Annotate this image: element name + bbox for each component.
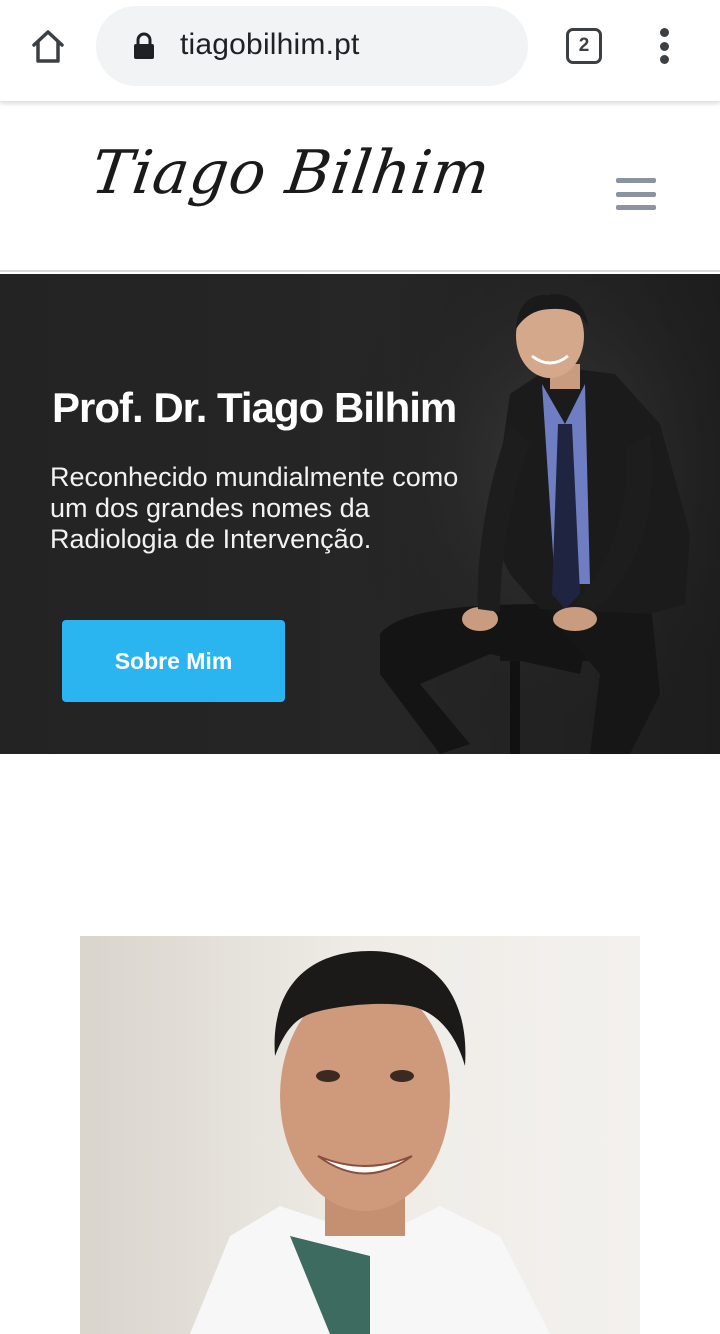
hero-subtitle: Reconhecido mundialmente como um dos gra…: [50, 462, 459, 554]
tab-count: 2: [578, 35, 590, 56]
hero-title: Prof. Dr. Tiago Bilhim: [52, 384, 457, 431]
doctor-portrait-photo: [80, 936, 640, 1334]
hamburger-icon[interactable]: [616, 178, 656, 210]
site-header: Tiago Bilhim: [0, 102, 720, 272]
address-bar[interactable]: tiagobilhim.pt: [96, 6, 528, 86]
sobre-mim-button[interactable]: Sobre Mim: [62, 620, 285, 702]
more-vert-icon[interactable]: [648, 26, 680, 66]
tab-switcher-button[interactable]: 2: [566, 28, 602, 64]
home-button[interactable]: [20, 22, 76, 72]
lock-icon: [134, 32, 154, 59]
home-icon: [32, 30, 64, 63]
site-logo[interactable]: Tiago Bilhim: [87, 138, 495, 208]
portrait-image: [80, 936, 640, 1334]
url-text: tiagobilhim.pt: [180, 28, 360, 61]
browser-toolbar: tiagobilhim.pt 2: [0, 0, 720, 102]
hero-section: Prof. Dr. Tiago Bilhim Reconhecido mundi…: [0, 274, 720, 754]
